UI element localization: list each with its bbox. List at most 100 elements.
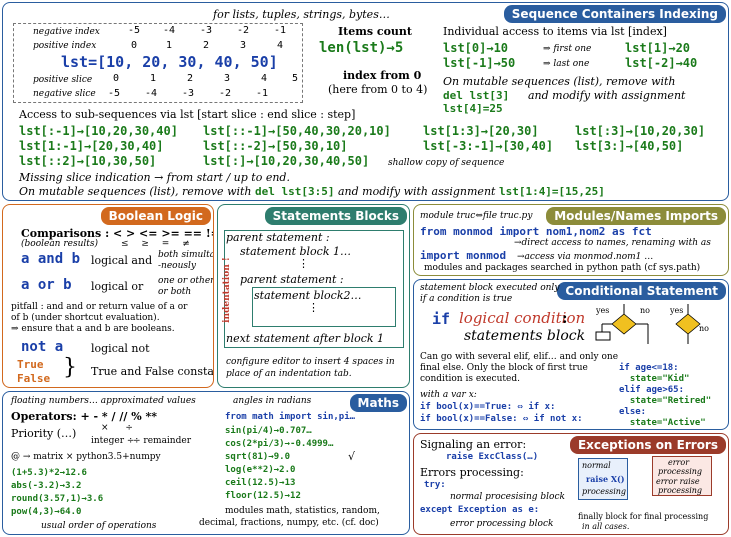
del-note: and modify with assignment bbox=[528, 89, 686, 102]
fn-0: sin(pi/4)→0.707… bbox=[225, 426, 312, 436]
fn-5: floor(12.5)→12 bbox=[225, 491, 301, 501]
matrix-line: @ → matrix × python3.5+numpy bbox=[11, 452, 161, 462]
sub-access-label: Access to sub-sequences via lst [start s… bbox=[19, 108, 356, 121]
neg-slice-3: -2 bbox=[219, 88, 232, 99]
pos-index-4: 4 bbox=[277, 40, 284, 51]
neg-index-3: -2 bbox=[237, 25, 250, 36]
list-expression: lst=[10, 20, 30, 40, 50] bbox=[61, 53, 278, 71]
cond-code-0: if age<=18: bbox=[619, 363, 679, 373]
var-note: with a var x: bbox=[420, 390, 477, 400]
pos-index-label: positive index bbox=[33, 41, 97, 51]
normal-block: normal procesising block bbox=[450, 492, 565, 502]
statement-block-1: statement block 1… bbox=[240, 245, 351, 258]
index-from-0: index from 0 bbox=[343, 69, 422, 82]
access-last-note: ⇒ last one bbox=[543, 59, 590, 69]
check-mark: √ bbox=[348, 450, 356, 463]
brace: } bbox=[63, 355, 77, 380]
or-note-1: one or other bbox=[158, 276, 214, 286]
slice-8: lst[::2]→[10,30,50] bbox=[19, 154, 157, 168]
neg-slice-4: -1 bbox=[256, 88, 269, 99]
access-last: lst[-1]→50 bbox=[443, 56, 516, 70]
expr-0: (1+5.3)*2→12.6 bbox=[11, 468, 87, 478]
pos-slice-0: 0 bbox=[113, 73, 120, 84]
diagram-error: error bbox=[668, 458, 690, 467]
neg-slice-2: -3 bbox=[182, 88, 195, 99]
and-label: logical and bbox=[91, 254, 153, 267]
diagram-processing: processing bbox=[582, 487, 627, 496]
pos-slice-label: positive slice bbox=[33, 75, 93, 85]
statements-block: statements block bbox=[464, 328, 586, 344]
slice-0: lst[:-1]→[10,20,30,40] bbox=[19, 124, 178, 138]
assign-expression: lst[4]=25 bbox=[443, 102, 503, 115]
import-line-1: from monmod import nom1,nom2 as fct bbox=[420, 225, 652, 238]
maths-panel: Maths floating numbers… approximated val… bbox=[2, 391, 410, 535]
fn-2: sqrt(81)→9.0 bbox=[225, 452, 291, 462]
neg-index-0: -5 bbox=[128, 25, 141, 36]
slice-9: lst[:]→[10,20,30,40,50] bbox=[203, 154, 370, 168]
signal-label: Signaling an error: bbox=[420, 438, 527, 451]
parent-statement-2: parent statement : bbox=[240, 273, 344, 286]
bool-false-line: if bool(x)==False: ⇔ if not x: bbox=[420, 414, 583, 424]
diagram-raise: raise X() bbox=[586, 474, 625, 484]
operators-line: Operators: + - * / // % ** bbox=[11, 410, 158, 423]
or-expression: a or b bbox=[21, 277, 72, 293]
shallow-copy-note: shallow copy of sequence bbox=[388, 158, 505, 168]
neg-slice-0: -5 bbox=[108, 88, 121, 99]
next-statement: next statement after block 1 bbox=[226, 332, 385, 345]
items-count-label: Items count bbox=[338, 25, 412, 38]
cond-code-3: state="Retired" bbox=[619, 396, 712, 406]
priority-line: Priority (…) bbox=[11, 427, 77, 440]
not-expression: not a bbox=[21, 339, 64, 355]
mutable-slice-note: On mutable sequences (list), remove with… bbox=[19, 185, 605, 198]
and-note-2: -neously bbox=[158, 261, 196, 271]
pitfall-line-2: of b (under shortcut evaluation). bbox=[11, 313, 160, 323]
pos-slice-3: 3 bbox=[224, 73, 231, 84]
boolean-logic-panel: Boolean Logic Comparisons : < > <= >= ==… bbox=[2, 204, 214, 388]
remainder-label: ÷ remainder bbox=[133, 436, 191, 446]
pitfall-line-1: pitfall : and and or return value of a o… bbox=[11, 302, 188, 312]
angles-note: angles in radians bbox=[233, 396, 312, 406]
slice-3: lst[:3]→[10,20,30] bbox=[575, 124, 706, 138]
here-from: (here from 0 to 4) bbox=[328, 83, 428, 96]
diagram-processing-2: processing bbox=[658, 467, 703, 476]
op-symbols: × ÷ bbox=[101, 423, 133, 433]
search-note: modules and packages searched in python … bbox=[424, 263, 701, 273]
maths-title: Maths bbox=[349, 394, 407, 412]
true-keyword: True bbox=[17, 358, 44, 371]
del-expression: del lst[3] bbox=[443, 89, 510, 102]
not-label: logical not bbox=[91, 342, 150, 355]
statements-blocks-title: Statements Blocks bbox=[264, 207, 407, 225]
false-keyword: False bbox=[17, 372, 51, 385]
neg-index-label: negative index bbox=[33, 27, 100, 37]
cond-intro-2: if a condition is true bbox=[420, 294, 513, 304]
error-block: error processing block bbox=[450, 519, 554, 529]
indentation-label: indentation ! bbox=[221, 257, 232, 323]
float-note: floating numbers… approximated values bbox=[11, 396, 196, 406]
config-note-2: place of an indentation tab. bbox=[226, 369, 352, 379]
neg-slice-label: negative slice bbox=[33, 89, 96, 99]
dots-2: ⋮ bbox=[308, 301, 319, 314]
exceptions-title: Exceptions on Errors bbox=[569, 436, 726, 454]
pos-index-0: 0 bbox=[131, 40, 138, 51]
cond-code-4: else: bbox=[619, 407, 647, 417]
missing-slice-note: Missing slice indication → from start / … bbox=[19, 171, 290, 184]
parent-statement-1: parent statement : bbox=[226, 231, 330, 244]
len-expression: len(lst)→5 bbox=[319, 40, 404, 56]
statements-blocks-panel: Statements Blocks parent statement : sta… bbox=[217, 204, 410, 388]
neg-index-2: -3 bbox=[200, 25, 213, 36]
diagram-normal: normal bbox=[582, 461, 611, 470]
expr-1: abs(-3.2)→3.2 bbox=[11, 481, 82, 491]
config-note-1: configure editor to insert 4 spaces in bbox=[226, 357, 395, 367]
pos-index-3: 3 bbox=[240, 40, 247, 51]
slice-2: lst[1:3]→[20,30] bbox=[423, 124, 539, 138]
math-import-line: from math import sin,pi… bbox=[225, 412, 356, 422]
flow-no-2: no bbox=[699, 324, 709, 333]
pos-slice-2: 2 bbox=[187, 73, 194, 84]
processing-label: Errors processing: bbox=[420, 466, 524, 479]
dots-1: ⋮ bbox=[298, 257, 309, 270]
cond-code-5: state="Active" bbox=[619, 418, 706, 428]
neg-index-1: -4 bbox=[163, 25, 176, 36]
sequence-indexing-panel: Sequence Containers Indexing for lists, … bbox=[2, 2, 729, 201]
mutable-slice-note-b: and modify with assignment bbox=[338, 185, 496, 198]
elif-note-3: condition is executed. bbox=[420, 374, 520, 384]
